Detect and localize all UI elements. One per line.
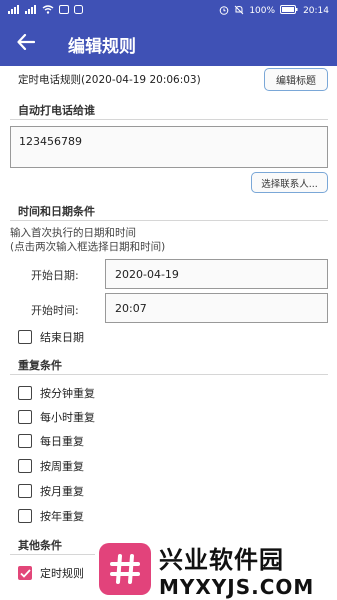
start-date-label: 开始日期: (31, 269, 79, 282)
app-icon (74, 5, 83, 17)
message-icon (59, 5, 69, 17)
back-button[interactable] (0, 22, 52, 66)
repeat-section-heading: 重复条件 (18, 359, 62, 372)
watermark-text-en: MYXYJS.COM (159, 574, 315, 599)
select-contact-button[interactable]: 选择联系人... (251, 172, 328, 193)
signal-icon (8, 5, 20, 17)
status-left-icons (8, 5, 83, 17)
end-date-label: 结束日期 (40, 331, 84, 344)
watermark-logo (99, 543, 151, 595)
app-bar: 编辑规则 (0, 22, 337, 66)
status-right: 100% 20:14 (219, 5, 329, 18)
watermark: 兴业软件园 MYXYJS.COM (95, 538, 337, 600)
repeat-checkbox[interactable] (18, 410, 32, 424)
alarm-icon (219, 5, 229, 18)
start-time-label: 开始时间: (31, 304, 79, 317)
call-section-heading: 自动打电话给谁 (18, 104, 95, 117)
repeat-option-label: 每小时重复 (40, 411, 95, 424)
watermark-text: 兴业软件园 MYXYJS.COM (159, 540, 314, 599)
divider (10, 119, 328, 120)
wifi-icon (42, 5, 54, 17)
battery-percent: 100% (249, 6, 276, 16)
timer-rule-checkbox[interactable] (18, 566, 32, 580)
hint-line: (点击两次输入框选择日期和时间) (10, 241, 166, 253)
repeat-option[interactable]: 每小时重复 (18, 409, 95, 425)
repeat-checkbox[interactable] (18, 459, 32, 473)
repeat-option-label: 按月重复 (40, 485, 84, 498)
status-bar: 100% 20:14 (0, 0, 337, 22)
clock-time: 20:14 (303, 6, 329, 16)
divider (10, 220, 328, 221)
repeat-option-label: 按周重复 (40, 460, 84, 473)
repeat-option-label: 每日重复 (40, 435, 84, 448)
watermark-text-cn: 兴业软件园 (159, 545, 284, 574)
timer-rule-checkbox-row[interactable]: 定时规则 (18, 565, 84, 581)
repeat-checkbox[interactable] (18, 509, 32, 523)
repeat-option[interactable]: 每日重复 (18, 433, 84, 449)
repeat-checkbox[interactable] (18, 386, 32, 400)
repeat-option-label: 按分钟重复 (40, 387, 95, 400)
page-title: 编辑规则 (68, 36, 136, 57)
mute-icon (234, 5, 244, 18)
signal-icon (25, 5, 37, 17)
back-arrow-icon (17, 33, 36, 54)
battery-icon (280, 5, 298, 17)
repeat-option[interactable]: 按分钟重复 (18, 385, 95, 401)
repeat-checkbox[interactable] (18, 484, 32, 498)
repeat-option[interactable]: 按月重复 (18, 483, 84, 499)
time-hint: 输入首次执行的日期和时间 (点击两次输入框选择日期和时间) (10, 226, 165, 254)
divider (10, 374, 328, 375)
hint-line: 输入首次执行的日期和时间 (10, 227, 136, 239)
repeat-option[interactable]: 按年重复 (18, 508, 84, 524)
edit-title-button[interactable]: 编辑标题 (264, 68, 328, 91)
rule-name: 定时电话规则(2020-04-19 20:06:03) (18, 74, 201, 86)
end-date-checkbox-row[interactable]: 结束日期 (18, 329, 84, 345)
start-time-input[interactable]: 20:07 (105, 293, 328, 323)
timer-rule-label: 定时规则 (40, 567, 84, 580)
edit-rule-form: 定时电话规则(2020-04-19 20:06:03) 编辑标题 自动打电话给谁… (0, 66, 337, 600)
other-section-heading: 其他条件 (18, 539, 62, 552)
start-date-input[interactable]: 2020-04-19 (105, 259, 328, 289)
phone-number-field[interactable]: 123456789 (10, 126, 328, 168)
repeat-checkbox[interactable] (18, 434, 32, 448)
repeat-option[interactable]: 按周重复 (18, 458, 84, 474)
end-date-checkbox[interactable] (18, 330, 32, 344)
repeat-option-label: 按年重复 (40, 510, 84, 523)
time-section-heading: 时间和日期条件 (18, 205, 95, 218)
